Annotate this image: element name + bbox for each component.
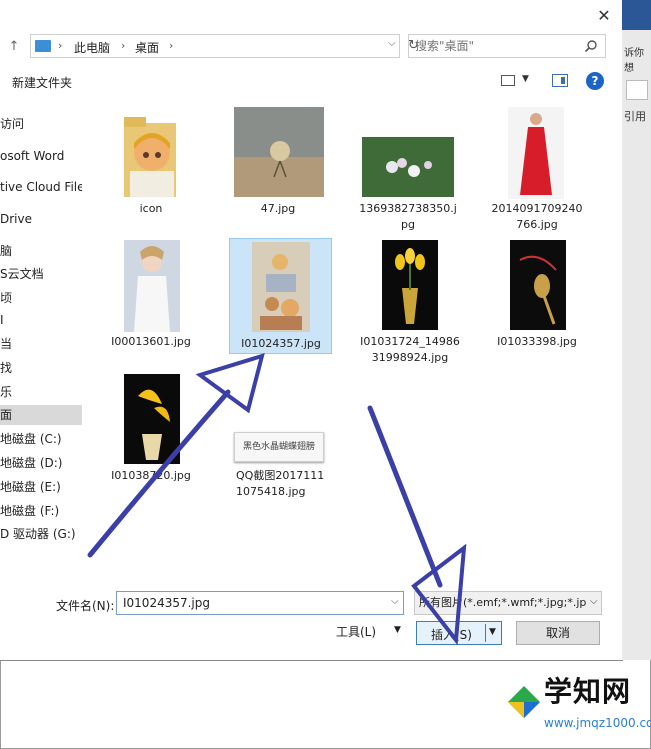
address-bar[interactable]: › 此电脑 › 桌面 › ⌵ ↻ — [30, 34, 419, 58]
references-icon — [626, 80, 648, 100]
view-mode-dropdown-icon[interactable]: ▼ — [522, 74, 529, 84]
preview-pane-icon[interactable] — [552, 74, 568, 87]
file-item-I01031724[interactable]: I01031724_1498631998924.jpg — [360, 240, 460, 370]
file-item-I01033398[interactable]: I01033398.jpg — [490, 240, 584, 350]
file-item-47[interactable]: 47.jpg — [230, 105, 326, 223]
file-item-2014091709240766[interactable]: 2014091709240766.jpg — [490, 105, 584, 235]
nav-item-quick-access[interactable]: 访问 — [0, 114, 82, 134]
breadcrumb-desktop[interactable]: 桌面 — [135, 39, 159, 56]
windows-logo-icon — [508, 686, 540, 718]
filename-label: 文件名(N): — [56, 599, 115, 613]
site-watermark: 学知网 www.jmqz1000.com — [506, 666, 651, 744]
chevron-right-icon: › — [58, 39, 63, 52]
file-dialog: ✕ ↑ › 此电脑 › 桌面 › ⌵ ↻ 新建文件夹 ▼ ? 访问 — [0, 0, 623, 661]
watermark-url: www.jmqz1000.com — [544, 716, 651, 730]
file-name: I01031724_1498631998924.jpg — [360, 335, 460, 364]
image-thumbnail — [510, 240, 566, 330]
references-label: 引用 — [624, 110, 646, 123]
address-history-dropdown-icon[interactable]: ⌵ — [388, 38, 396, 49]
image-thumbnail — [508, 107, 564, 199]
filetype-dropdown-icon[interactable]: ⌵ — [590, 596, 598, 607]
image-thumbnail — [124, 240, 180, 332]
nav-item-creative-cloud[interactable]: tive Cloud Files — [0, 177, 82, 197]
file-name: I01024357.jpg — [241, 337, 321, 350]
search-icon[interactable] — [584, 39, 598, 53]
file-name: 2014091709240766.jpg — [491, 202, 583, 231]
navigation-pane: 访问 osoft Word tive Cloud Files Drive 脑 S… — [0, 96, 82, 576]
screenshot-thumbnail-text: 黑色水晶蝴蝶翅膀 — [234, 432, 324, 462]
nav-item-word[interactable]: osoft Word — [0, 146, 82, 166]
cancel-button[interactable]: 取消 — [516, 621, 600, 645]
search-box[interactable] — [408, 34, 606, 58]
nav-item-drive-c[interactable]: 地磁盘 (C:) — [0, 429, 82, 449]
file-name: I00013601.jpg — [111, 335, 191, 348]
nav-item-desktop[interactable]: 面 — [0, 405, 82, 425]
nav-item-drive-e[interactable]: 地磁盘 (E:) — [0, 477, 82, 497]
insert-split-divider — [485, 624, 486, 642]
chevron-right-icon: › — [121, 39, 126, 52]
insert-button[interactable]: 插入(S) ▼ — [416, 621, 502, 645]
file-name: QQ截图20171111075418.jpg — [236, 469, 325, 498]
file-item-1369382738350[interactable]: 1369382738350.jpg — [356, 105, 460, 235]
toolbar: 新建文件夹 ▼ — [0, 70, 622, 94]
computer-icon — [35, 40, 51, 52]
nav-item-music[interactable]: 乐 — [0, 382, 82, 402]
nav-item-documents[interactable]: 当 — [0, 334, 82, 354]
insert-button-label: 插入(S) — [431, 628, 472, 642]
tools-button[interactable]: 工具(L) — [336, 623, 376, 640]
file-name: 47.jpg — [260, 202, 296, 215]
file-name: icon — [139, 202, 163, 215]
new-folder-button[interactable]: 新建文件夹 — [12, 74, 72, 91]
image-thumbnail — [124, 374, 180, 464]
image-thumbnail — [382, 240, 438, 330]
file-name: I01033398.jpg — [497, 335, 577, 348]
nav-item-drive-d[interactable]: 地磁盘 (D:) — [0, 453, 82, 473]
file-name: 1369382738350.jpg — [359, 202, 457, 231]
file-item-I01038720[interactable]: I01038720.jpg — [108, 372, 194, 492]
nav-item-drive-f[interactable]: 地磁盘 (F:) — [0, 501, 82, 521]
word-title-bar — [622, 0, 651, 30]
watermark-title: 学知网 — [544, 675, 632, 708]
tell-me-text: 诉你想 — [624, 48, 644, 74]
nav-item-drive-g[interactable]: D 驱动器 (G:) — [0, 524, 82, 544]
help-icon[interactable]: ? — [586, 72, 604, 90]
chevron-right-icon: › — [169, 39, 174, 52]
image-thumbnail — [362, 137, 454, 197]
nav-item-onedrive[interactable]: Drive — [0, 209, 82, 229]
nav-item-videos[interactable]: 顷 — [0, 288, 82, 308]
file-name: I01038720.jpg — [111, 469, 191, 482]
nav-item-wps-cloud[interactable]: S云文档 — [0, 264, 82, 284]
image-thumbnail — [252, 242, 310, 332]
file-item-I00013601[interactable]: I00013601.jpg — [108, 240, 194, 350]
filetype-select[interactable]: 所有图片(*.emf;*.wmf;*.jpg;*.jp — [414, 591, 602, 615]
file-item-icon-folder[interactable]: icon — [108, 105, 194, 223]
nav-item-this-pc[interactable]: 脑 — [0, 241, 82, 261]
breadcrumb-this-pc[interactable]: 此电脑 — [74, 39, 110, 56]
file-item-qq-screenshot[interactable]: 黑色水晶蝴蝶翅膀 QQ截图20171111075418.jpg — [226, 372, 330, 522]
search-input[interactable] — [415, 39, 575, 53]
nav-item-downloads[interactable]: 找 — [0, 358, 82, 378]
insert-dropdown-icon[interactable]: ▼ — [489, 627, 496, 637]
filename-dropdown-icon[interactable]: ⌵ — [391, 596, 399, 607]
close-icon[interactable]: ✕ — [594, 6, 614, 26]
filename-input[interactable] — [116, 591, 404, 615]
view-mode-icon[interactable] — [501, 75, 515, 86]
up-arrow-icon[interactable]: ↑ — [4, 34, 24, 60]
tools-dropdown-icon[interactable]: ▼ — [394, 625, 401, 635]
image-thumbnail — [234, 107, 324, 197]
file-item-I01024357[interactable]: I01024357.jpg — [232, 240, 330, 352]
address-row: ↑ › 此电脑 › 桌面 › ⌵ ↻ — [0, 34, 622, 60]
folder-icon — [124, 117, 176, 197]
background-word-window: 诉你想 引用 — [622, 0, 651, 660]
nav-item-pictures[interactable]: Ⅰ — [0, 310, 82, 330]
